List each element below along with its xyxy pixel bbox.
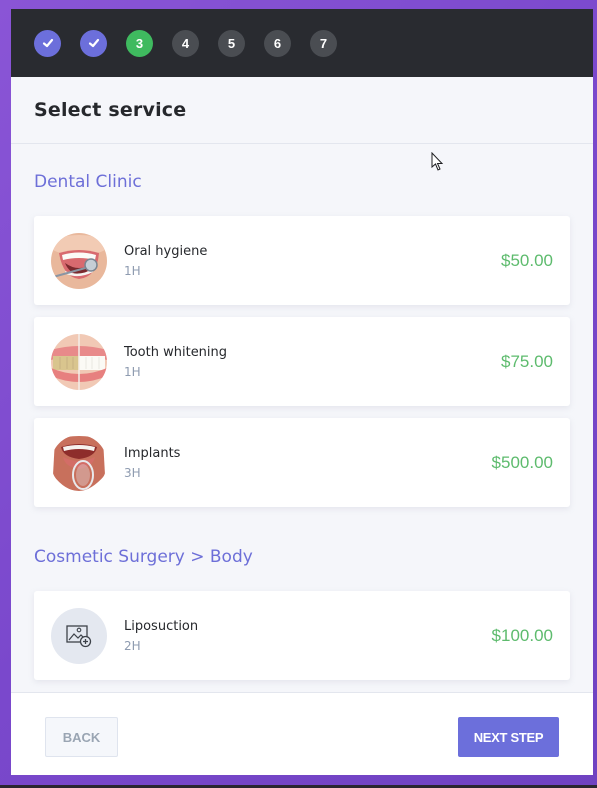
- page-header: Select service: [11, 77, 593, 144]
- service-duration: 2H: [124, 638, 141, 653]
- step-3[interactable]: 3: [126, 29, 153, 57]
- mouse-pointer-icon: [431, 152, 444, 171]
- category-title-dental-clinic: Dental Clinic: [34, 172, 142, 192]
- category-title-cosmetic-surgery-body: Cosmetic Surgery > Body: [34, 547, 253, 567]
- back-button[interactable]: BACK: [45, 717, 118, 757]
- service-card-tooth-whitening[interactable]: Tooth whitening 1H $75.00: [34, 317, 570, 406]
- implants-photo: [51, 434, 107, 491]
- next-step-button[interactable]: NEXT STEP: [458, 717, 559, 757]
- check-icon: [88, 38, 99, 48]
- service-price: $75.00: [501, 351, 553, 371]
- step-2[interactable]: [80, 29, 107, 57]
- service-duration: 1H: [124, 364, 141, 379]
- step-7[interactable]: 7: [310, 29, 337, 57]
- image-placeholder-icon: [66, 624, 92, 647]
- step-number: 7: [319, 35, 328, 51]
- step-6[interactable]: 6: [264, 29, 291, 57]
- service-name: Tooth whitening: [124, 344, 228, 360]
- service-duration: 3H: [124, 465, 141, 480]
- service-card-oral-hygiene[interactable]: Oral hygiene 1H $50.00: [34, 216, 570, 305]
- step-number: 3: [135, 35, 144, 51]
- wizard-footer: BACK NEXT STEP: [11, 692, 593, 775]
- service-name: Liposuction: [124, 618, 199, 634]
- service-info: Tooth whitening 1H: [124, 345, 501, 379]
- steps-progress-bar: 3 4 5 6 7: [11, 9, 593, 77]
- booking-panel: 3 4 5 6 7 Select service Dental Clinic O…: [11, 9, 593, 775]
- oral-hygiene-photo: [51, 232, 107, 289]
- tooth-whitening-photo: [51, 333, 107, 390]
- service-card-liposuction[interactable]: Liposuction 2H $100.00: [34, 591, 570, 680]
- service-price: $100.00: [491, 625, 553, 645]
- service-name: Implants: [124, 445, 181, 461]
- service-info: Liposuction 2H: [124, 619, 492, 653]
- step-number: 6: [273, 35, 282, 51]
- service-name: Oral hygiene: [124, 243, 208, 259]
- service-info: Implants 3H: [124, 446, 492, 480]
- step-1[interactable]: [34, 29, 61, 57]
- service-list[interactable]: Dental Clinic Oral hygiene 1H $50.00 Too…: [11, 145, 593, 692]
- step-4[interactable]: 4: [172, 29, 199, 57]
- step-5[interactable]: 5: [218, 29, 245, 57]
- service-price: $50.00: [501, 250, 553, 270]
- service-duration: 1H: [124, 263, 141, 278]
- service-thumbnail: [51, 607, 107, 664]
- step-number: 5: [227, 35, 236, 51]
- service-card-implants[interactable]: Implants 3H $500.00: [34, 418, 570, 507]
- service-price: $500.00: [491, 452, 553, 472]
- page-title: Select service: [34, 99, 187, 121]
- check-icon: [42, 38, 53, 48]
- step-number: 4: [181, 35, 190, 51]
- service-info: Oral hygiene 1H: [124, 244, 501, 278]
